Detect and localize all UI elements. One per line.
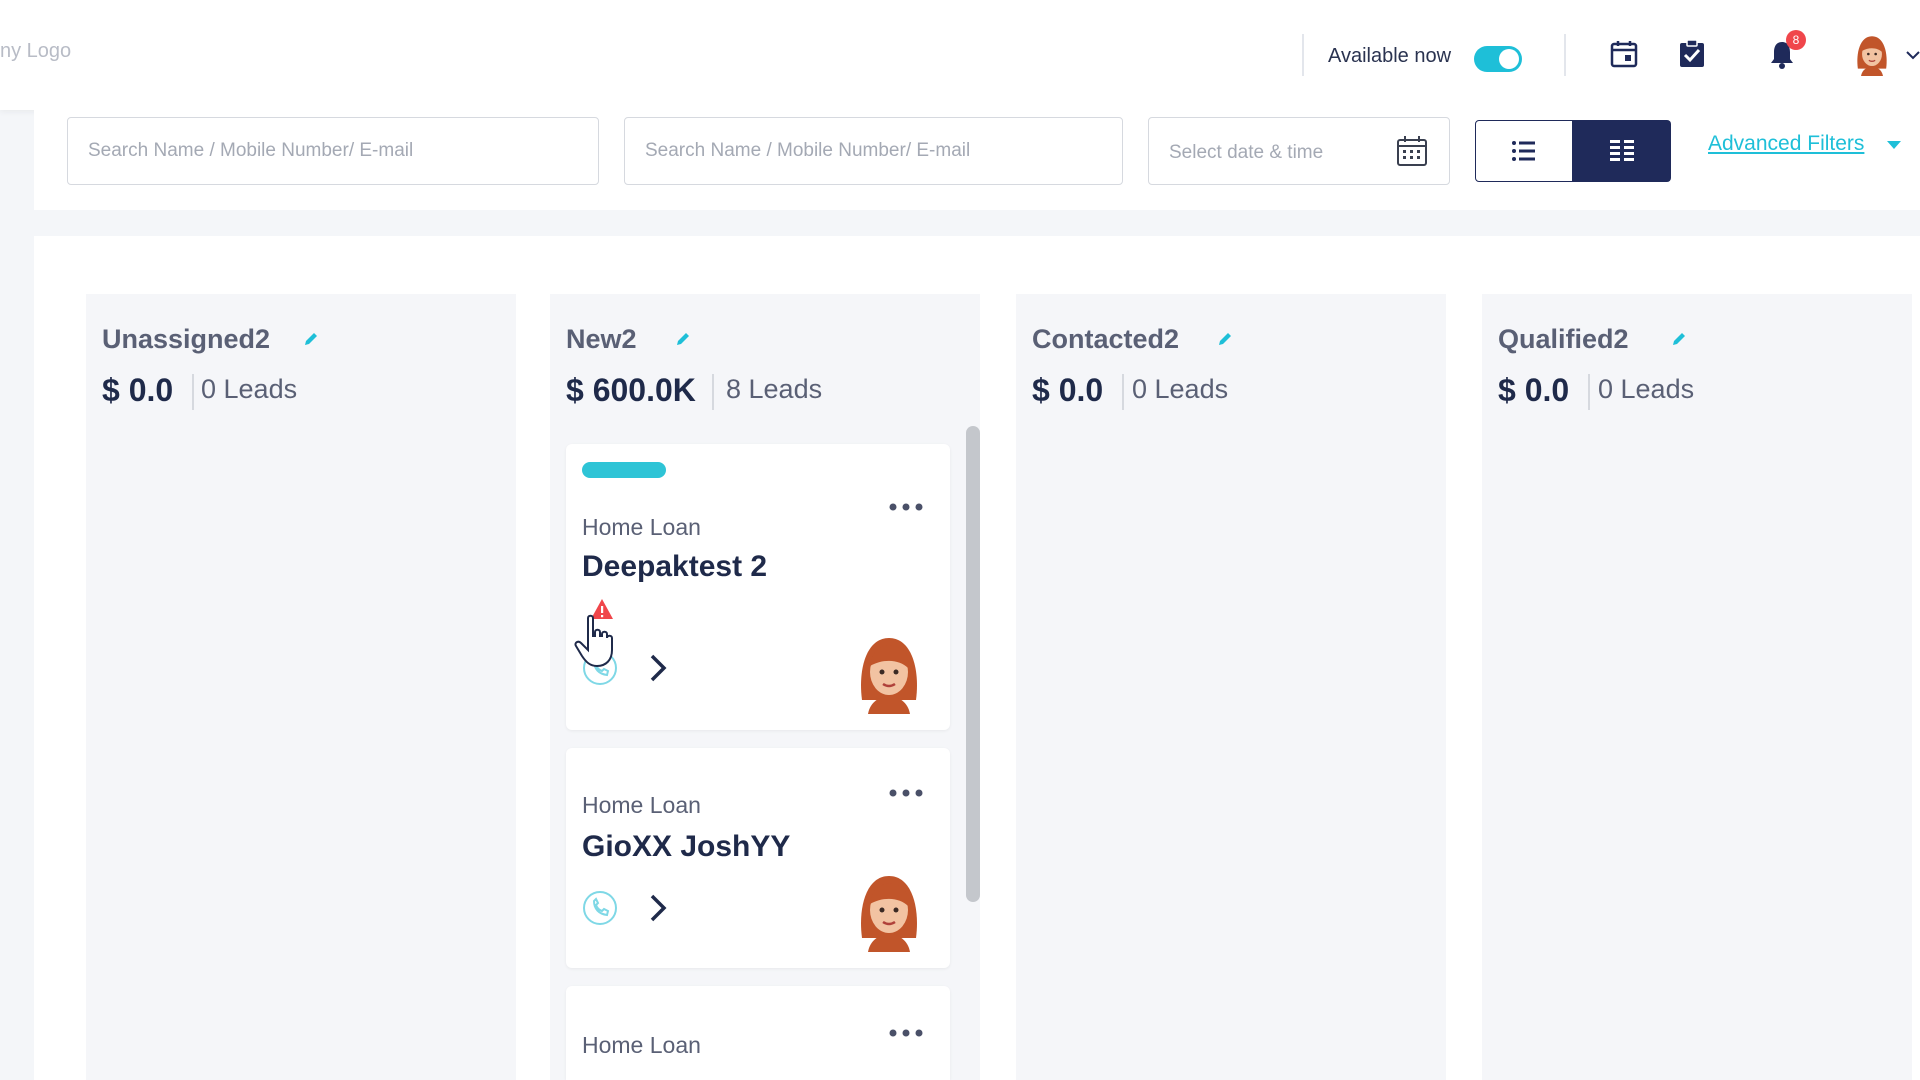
- grid-icon: [1610, 140, 1634, 161]
- column-lead-count: 0 Leads: [201, 374, 298, 404]
- column-title: New2: [566, 324, 637, 354]
- lead-tag: [582, 462, 666, 478]
- chevron-right-icon[interactable]: [646, 892, 670, 924]
- lead-product: Home Loan: [582, 1032, 701, 1058]
- column-contacted: Contacted2 $ 0.0 0 Leads: [1016, 294, 1446, 1080]
- divider: [1564, 34, 1566, 76]
- lead-card[interactable]: Home Loan: [566, 986, 950, 1080]
- more-options-icon[interactable]: [888, 788, 924, 798]
- column-lead-count: 0 Leads: [1132, 374, 1229, 404]
- edit-pencil-icon[interactable]: [1670, 330, 1688, 348]
- availability-label: Available now: [1328, 45, 1452, 67]
- lead-name[interactable]: Deepaktest 2: [582, 550, 767, 584]
- divider: [1302, 34, 1304, 76]
- column-title: Unassigned2: [102, 324, 271, 354]
- search-input-primary[interactable]: [67, 117, 599, 185]
- column-lead-count: 0 Leads: [1598, 374, 1695, 404]
- advanced-filters-link[interactable]: Advanced Filters: [1708, 132, 1864, 156]
- more-options-icon[interactable]: [888, 1028, 924, 1038]
- column-amount: $ 0.0: [1032, 372, 1104, 408]
- notification-badge: 8: [1786, 30, 1806, 50]
- search-input-secondary[interactable]: [624, 117, 1123, 185]
- divider: [192, 374, 194, 410]
- list-view-button[interactable]: [1475, 120, 1573, 182]
- lead-product: Home Loan: [582, 514, 701, 540]
- user-avatar[interactable]: [1852, 32, 1892, 76]
- divider: [1122, 374, 1124, 410]
- column-amount: $ 0.0: [1498, 372, 1570, 408]
- column-amount: $ 0.0: [102, 372, 174, 408]
- column-amount: $ 600.0K: [566, 372, 696, 408]
- list-icon: [1512, 141, 1535, 161]
- column-unassigned: Unassigned2 $ 0.0 0 Leads: [86, 294, 516, 1080]
- lead-card[interactable]: Home Loan GioXX JoshYY: [566, 748, 950, 968]
- edit-pencil-icon[interactable]: [674, 330, 692, 348]
- chevron-right-icon[interactable]: [646, 652, 670, 684]
- toggle-knob: [1499, 49, 1519, 69]
- lead-card[interactable]: Home Loan Deepaktest 2: [566, 444, 950, 730]
- column-title: Qualified2: [1498, 324, 1629, 354]
- assignee-avatar: [861, 876, 917, 952]
- caret-down-icon[interactable]: [1886, 140, 1902, 150]
- lead-name[interactable]: GioXX JoshYY: [582, 830, 790, 864]
- lead-product: Home Loan: [582, 792, 701, 818]
- chevron-down-icon[interactable]: [1906, 50, 1920, 60]
- assignee-avatar: [861, 638, 917, 714]
- edit-pencil-icon[interactable]: [302, 330, 320, 348]
- hand-cursor-icon: [574, 614, 613, 668]
- edit-pencil-icon[interactable]: [1216, 330, 1234, 348]
- more-options-icon[interactable]: [888, 502, 924, 512]
- column-scrollbar[interactable]: [966, 426, 980, 902]
- phone-icon[interactable]: [582, 890, 618, 926]
- task-check-icon[interactable]: [1676, 38, 1708, 70]
- availability-toggle[interactable]: [1474, 46, 1522, 72]
- column-title: Contacted2: [1032, 324, 1180, 354]
- date-time-picker[interactable]: Select date & time: [1148, 117, 1450, 185]
- column-qualified: Qualified2 $ 0.0 0 Leads: [1482, 294, 1912, 1080]
- calendar-icon: [1397, 136, 1427, 166]
- divider: [712, 374, 714, 410]
- column-lead-count: 8 Leads: [726, 374, 823, 404]
- divider: [1588, 374, 1590, 410]
- calendar-icon[interactable]: [1608, 38, 1640, 70]
- date-placeholder: Select date & time: [1169, 142, 1324, 163]
- board-view-button[interactable]: [1573, 120, 1671, 182]
- company-logo: ny Logo: [0, 40, 72, 62]
- top-bar: ny Logo Available now 8: [0, 0, 1920, 110]
